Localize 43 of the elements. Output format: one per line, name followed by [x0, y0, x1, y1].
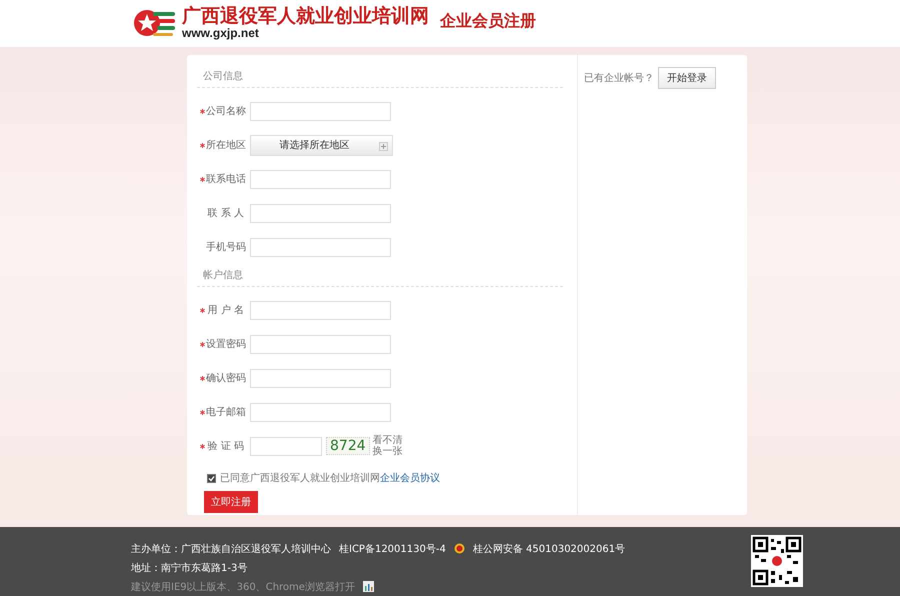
input-field[interactable]	[250, 170, 391, 188]
input-field[interactable]	[250, 402, 391, 422]
section-title: 帐户信息	[197, 264, 563, 287]
site-url: www.gxjp.net	[182, 27, 260, 41]
captcha-image[interactable]: 8724	[326, 437, 370, 455]
login-button[interactable]: 开始登录	[658, 67, 716, 89]
region-select[interactable]: 请选择所在地区	[250, 134, 393, 156]
agreement-text: 已同意广西退役军人就业创业培训网企业会员协议	[220, 472, 440, 485]
checkbox[interactable]	[207, 474, 216, 482]
field-label: 联系电话	[206, 172, 244, 186]
input-field[interactable]	[250, 334, 391, 354]
star-logo-icon	[133, 8, 177, 38]
input-field[interactable]	[250, 102, 391, 120]
field-label: 用 户 名	[206, 304, 244, 317]
chart-icon	[362, 581, 374, 592]
captcha-field[interactable]	[250, 436, 322, 456]
police-badge-icon	[454, 543, 465, 554]
login-prompt: 已有企业帐号？	[584, 72, 654, 85]
plus-icon	[379, 142, 388, 150]
address-text: 地址：南宁市东葛路1-3号	[131, 562, 248, 574]
field-label: 联 系 人	[206, 206, 244, 220]
register-button[interactable]: 立即注册	[204, 491, 258, 513]
site-name: 广西退役军人就业创业培训网	[182, 6, 429, 28]
input-field[interactable]	[250, 300, 391, 320]
field-label: 验 证 码	[206, 440, 244, 453]
page-title: 企业会员注册	[440, 10, 536, 32]
browser-note: 建议使用IE9以上版本、360、Chrome浏览器打开	[131, 580, 355, 594]
section-title: 公司信息	[197, 65, 563, 88]
police-record-text: 桂公网安备 45010302002061号	[472, 542, 626, 556]
sponsor-text: 主办单位：广西壮族自治区退役军人培训中心	[131, 542, 331, 556]
qr-code-icon	[751, 535, 803, 587]
input-field[interactable]	[250, 238, 391, 256]
icp-text: 桂ICP备12001130号-4	[339, 542, 446, 556]
refresh-link[interactable]: 看不清换一张	[372, 435, 403, 457]
field-label: 设置密码	[206, 338, 244, 351]
field-label: 公司名称	[206, 105, 244, 118]
input-field[interactable]	[250, 368, 391, 388]
field-label: 电子邮箱	[206, 406, 244, 419]
field-label: 所在地区	[206, 138, 244, 152]
field-label: 手机号码	[206, 240, 244, 254]
input-field[interactable]	[250, 204, 391, 222]
agreement-link[interactable]: 企业会员协议	[380, 473, 440, 484]
field-label: 确认密码	[206, 372, 244, 385]
